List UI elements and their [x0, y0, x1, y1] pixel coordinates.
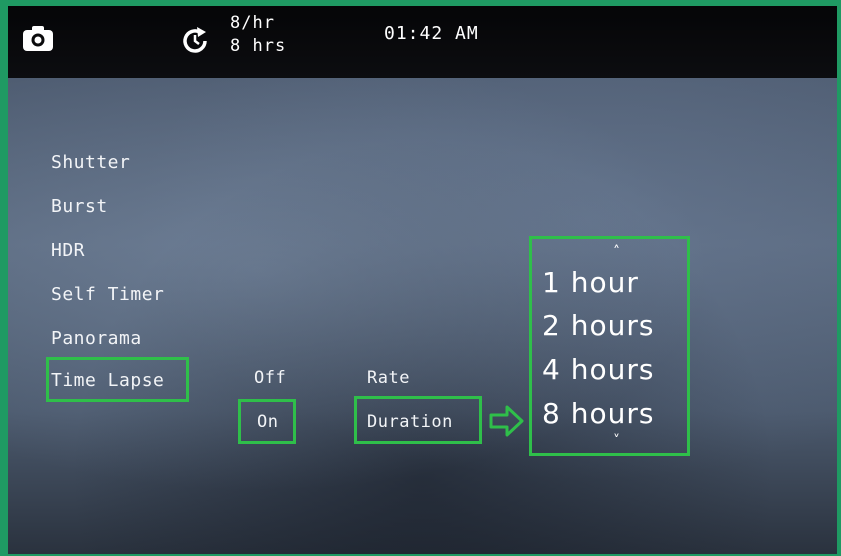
- clock: 01:42 AM: [384, 23, 479, 44]
- on-highlight: [238, 399, 296, 444]
- timelapse-duration-status: 8 hrs: [230, 36, 287, 56]
- chevron-up-icon[interactable]: ˄: [613, 244, 620, 260]
- menu-item-panorama[interactable]: Panorama: [51, 328, 142, 349]
- duration-option-4-hours[interactable]: 4 hours: [542, 353, 654, 386]
- menu-item-burst[interactable]: Burst: [51, 196, 108, 217]
- time-lapse-highlight: [46, 357, 189, 402]
- timelapse-rate-status: 8/hr: [230, 13, 275, 33]
- duration-option-1-hour[interactable]: 1 hour: [542, 266, 639, 299]
- arrow-right-icon: [489, 405, 524, 437]
- option-off[interactable]: Off: [254, 368, 286, 388]
- chevron-down-icon[interactable]: ˅: [613, 433, 620, 449]
- timelapse-icon: [183, 27, 207, 53]
- camera-icon: [23, 26, 53, 51]
- duration-highlight: [354, 396, 482, 444]
- menu-item-self-timer[interactable]: Self Timer: [51, 284, 164, 305]
- duration-option-2-hours[interactable]: 2 hours: [542, 309, 654, 342]
- camera-screen: 8/hr 8 hrs 01:42 AM Shutter Burst HDR Se…: [8, 6, 837, 554]
- menu-item-shutter[interactable]: Shutter: [51, 152, 130, 173]
- option-rate[interactable]: Rate: [367, 368, 410, 388]
- viewfinder: [8, 78, 837, 554]
- menu-item-hdr[interactable]: HDR: [51, 240, 85, 261]
- duration-option-8-hours[interactable]: 8 hours: [542, 397, 654, 430]
- status-bar: 8/hr 8 hrs 01:42 AM: [8, 6, 837, 78]
